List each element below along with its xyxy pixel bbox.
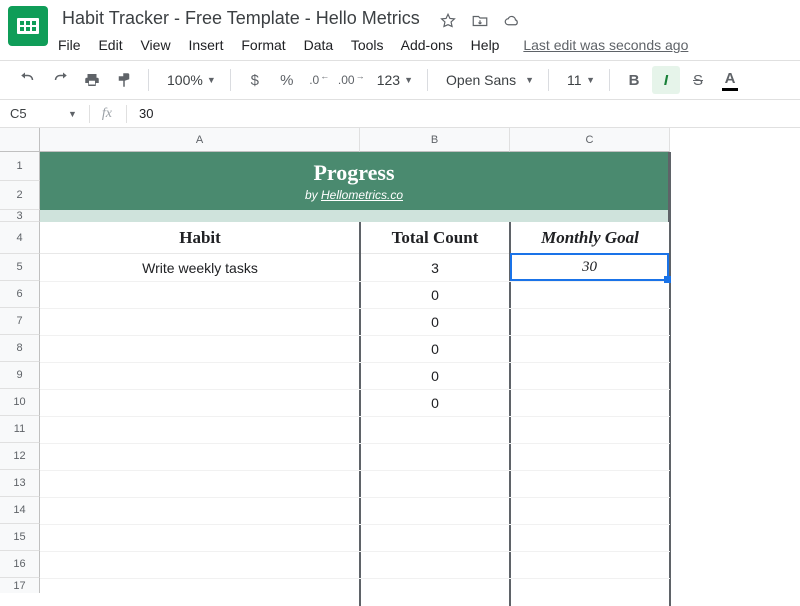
row-header[interactable]: 7 <box>0 308 40 335</box>
menu-bar: File Edit View Insert Format Data Tools … <box>58 31 800 53</box>
column-header-a[interactable]: A <box>40 128 360 152</box>
spacer-row[interactable] <box>40 210 670 222</box>
menu-tools[interactable]: Tools <box>351 37 384 53</box>
column-header-c[interactable]: C <box>510 128 670 152</box>
row-header[interactable]: 14 <box>0 497 40 524</box>
spreadsheet-grid[interactable]: A B C 1 2 3 4 5 6 7 8 9 10 11 12 13 14 1… <box>0 128 800 606</box>
toolbar: 100%▼ $ % .0← .00→ 123▼ Open Sans▼ 11▼ B… <box>0 60 800 100</box>
row-header[interactable]: 17 <box>0 578 40 593</box>
row-header[interactable]: 10 <box>0 389 40 416</box>
text-color-button[interactable]: A <box>716 66 744 94</box>
move-icon[interactable] <box>471 12 489 33</box>
row-headers: 1 2 3 4 5 6 7 8 9 10 11 12 13 14 15 16 1… <box>0 152 40 606</box>
fx-icon: fx <box>102 106 112 122</box>
row-header[interactable]: 5 <box>0 254 40 281</box>
sheet-subtitle: by Hellometrics.co <box>305 188 403 202</box>
row-header[interactable]: 8 <box>0 335 40 362</box>
cells-area[interactable]: Progress by Hellometrics.co Habit Total … <box>40 152 800 606</box>
menu-edit[interactable]: Edit <box>98 37 122 53</box>
row-header[interactable]: 15 <box>0 524 40 551</box>
undo-button[interactable] <box>14 66 42 94</box>
font-family-select[interactable]: Open Sans▼ <box>438 67 538 93</box>
name-box[interactable]: C5 <box>10 106 66 121</box>
zoom-select[interactable]: 100%▼ <box>159 67 220 93</box>
strikethrough-button[interactable]: S <box>684 66 712 94</box>
decrease-decimal-button[interactable]: .0← <box>305 66 333 94</box>
more-formats-select[interactable]: 123▼ <box>369 67 417 93</box>
cell-c5[interactable]: 30 <box>512 255 667 279</box>
title-merged-cell[interactable]: Progress by Hellometrics.co <box>40 152 670 210</box>
row-header[interactable]: 9 <box>0 362 40 389</box>
menu-addons[interactable]: Add-ons <box>401 37 453 53</box>
print-button[interactable] <box>78 66 106 94</box>
last-edit-link[interactable]: Last edit was seconds ago <box>523 37 688 53</box>
toolbar-separator <box>230 69 231 91</box>
document-title[interactable]: Habit Tracker - Free Template - Hello Me… <box>58 6 424 31</box>
menu-format[interactable]: Format <box>241 37 285 53</box>
row-header[interactable]: 4 <box>0 222 40 254</box>
toolbar-separator <box>548 69 549 91</box>
row-header[interactable]: 6 <box>0 281 40 308</box>
menu-data[interactable]: Data <box>304 37 334 53</box>
format-currency-button[interactable]: $ <box>241 66 269 94</box>
toolbar-separator <box>427 69 428 91</box>
font-size-select[interactable]: 11▼ <box>559 67 599 93</box>
row-header[interactable]: 12 <box>0 443 40 470</box>
menu-file[interactable]: File <box>58 37 81 53</box>
sheets-logo-icon[interactable] <box>8 6 48 46</box>
row-header[interactable]: 11 <box>0 416 40 443</box>
select-all-corner[interactable] <box>0 128 40 152</box>
row-header[interactable]: 13 <box>0 470 40 497</box>
column-headers: A B C <box>40 128 670 152</box>
selected-cell[interactable]: 30 <box>510 253 669 281</box>
toolbar-separator <box>148 69 149 91</box>
cloud-status-icon[interactable] <box>503 12 521 33</box>
header-habit[interactable]: Habit <box>40 222 360 254</box>
paint-format-button[interactable] <box>110 66 138 94</box>
toolbar-separator <box>609 69 610 91</box>
star-icon[interactable] <box>439 12 457 33</box>
bold-button[interactable]: B <box>620 66 648 94</box>
menu-view[interactable]: View <box>140 37 170 53</box>
formula-input[interactable]: 30 <box>139 106 153 121</box>
format-percent-button[interactable]: % <box>273 66 301 94</box>
row-header[interactable]: 2 <box>0 181 40 210</box>
redo-button[interactable] <box>46 66 74 94</box>
menu-insert[interactable]: Insert <box>188 37 223 53</box>
sheet-title: Progress <box>313 160 394 186</box>
formula-bar: C5 ▼ fx 30 <box>0 100 800 128</box>
title-bar: Habit Tracker - Free Template - Hello Me… <box>0 0 800 60</box>
name-box-dropdown-icon[interactable]: ▼ <box>68 109 77 119</box>
increase-decimal-button[interactable]: .00→ <box>337 66 365 94</box>
menu-help[interactable]: Help <box>471 37 500 53</box>
italic-button[interactable]: I <box>652 66 680 94</box>
column-header-b[interactable]: B <box>360 128 510 152</box>
row-header[interactable]: 3 <box>0 210 40 222</box>
row-header[interactable]: 1 <box>0 152 40 181</box>
header-total-count[interactable]: Total Count <box>360 222 510 254</box>
fill-handle[interactable] <box>664 276 671 283</box>
header-monthly-goal[interactable]: Monthly Goal <box>510 222 670 254</box>
row-header[interactable]: 16 <box>0 551 40 578</box>
